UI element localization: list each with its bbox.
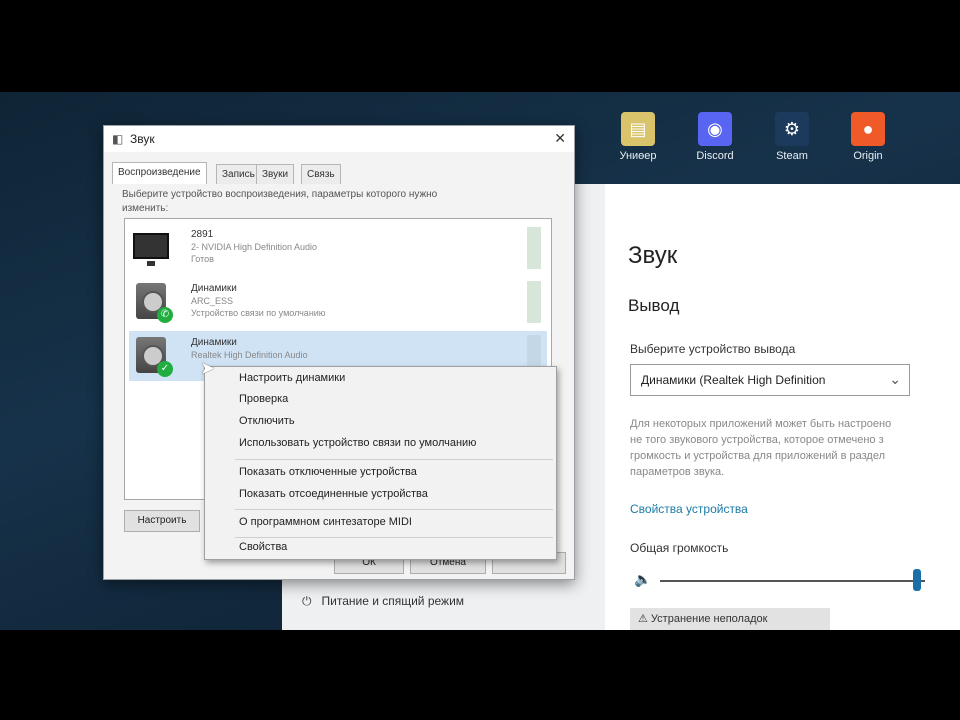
desktop-icon-label: Steam <box>776 150 808 162</box>
menu-item-midi-synth[interactable]: О программном синтезаторе MIDI <box>239 516 412 528</box>
origin-icon: ● <box>851 112 885 146</box>
output-device-value: Динамики (Realtek High Definition <box>641 373 826 387</box>
monitor-icon <box>133 229 169 266</box>
menu-item-show-disabled[interactable]: Показать отключенные устройства <box>239 466 417 478</box>
phone-check-icon: ✆ <box>157 307 173 323</box>
menu-item-set-default-comm[interactable]: Использовать устройство связи по умолчан… <box>239 437 476 449</box>
troubleshoot-label: Устранение неполадок <box>650 613 768 625</box>
level-meter <box>527 227 541 269</box>
volume-slider-track[interactable] <box>660 580 925 582</box>
desktop-icon-label: Discord <box>696 150 734 162</box>
discord-icon: ◉ <box>698 112 732 146</box>
settings-page-title: Звук <box>628 242 678 269</box>
device-row-speakers-comm[interactable]: ✆ Динамики ARC_ESS Устройство связи по у… <box>129 277 547 327</box>
menu-separator <box>235 537 553 538</box>
device-status: Готов <box>191 254 214 264</box>
close-icon[interactable]: ✕ <box>554 130 566 147</box>
dialog-titlebar[interactable]: ◧ Звук ✕ <box>104 126 574 152</box>
folder-icon: ▤ <box>621 112 655 146</box>
menu-item-properties[interactable]: Свойства <box>239 541 287 553</box>
volume-slider-thumb[interactable] <box>913 569 922 591</box>
output-device-select[interactable]: Динамики (Realtek High Definition ⌄ <box>630 364 910 396</box>
menu-separator <box>235 459 553 460</box>
dialog-instructions: Выберите устройство воспроизведения, пар… <box>122 189 438 214</box>
tab-communications[interactable]: Связь <box>301 164 341 184</box>
steam-icon: ⚙ <box>775 112 809 146</box>
device-name: 2891 <box>191 229 214 240</box>
settings-section-heading: Вывод <box>628 296 680 315</box>
tab-recording[interactable]: Запись <box>216 164 261 184</box>
device-name: Динамики <box>191 337 237 348</box>
dialog-title: Звук <box>130 132 155 146</box>
device-properties-link[interactable]: Свойства устройства <box>630 502 748 516</box>
mouse-cursor-icon: ➤ <box>200 358 216 378</box>
desktop-icon-label: Униөер <box>619 150 657 162</box>
menu-item-disable[interactable]: Отключить <box>239 415 295 427</box>
device-name: Динамики <box>191 283 237 294</box>
desktop-icon-origin[interactable]: ● Origin <box>830 112 906 162</box>
device-status: Устройство связи по умолчанию <box>191 308 326 318</box>
menu-item-test[interactable]: Проверка <box>239 393 288 405</box>
chevron-down-icon: ⌄ <box>889 371 901 387</box>
desktop-icon-steam[interactable]: ⚙ Steam <box>754 112 830 162</box>
menu-separator <box>235 509 553 510</box>
settings-description: Для некоторых приложений может быть наст… <box>630 418 892 478</box>
device-description: ARC_ESS <box>191 296 234 306</box>
nav-item-power-sleep[interactable]: ⏻ Питание и спящий режим <box>302 594 464 609</box>
troubleshoot-button[interactable]: ⚠ Устранение неполадок <box>630 608 830 630</box>
menu-item-configure-speakers[interactable]: Настроить динамики <box>239 372 345 384</box>
power-icon: ⏻ <box>302 594 312 608</box>
speaker-icon: ◧ <box>112 132 124 146</box>
master-volume-label: Общая громкость <box>630 541 729 555</box>
warning-icon: ⚠ <box>638 613 651 625</box>
speaker-icon[interactable]: 🔈 <box>634 571 651 588</box>
desktop-icon-label: Origin <box>853 150 883 162</box>
desktop-icon-folder[interactable]: ▤ Униөер <box>600 112 676 162</box>
checkmark-icon: ✓ <box>157 361 173 377</box>
output-device-label: Выберите устройство вывода <box>630 342 796 356</box>
context-menu: Настроить динамики Проверка Отключить Ис… <box>204 366 557 560</box>
tab-sounds[interactable]: Звуки <box>256 164 295 184</box>
configure-button[interactable]: Настроить <box>124 510 200 532</box>
device-row-monitor[interactable]: 2891 2- NVIDIA High Definition Audio Гот… <box>129 223 547 273</box>
level-meter <box>527 281 541 323</box>
device-description: 2- NVIDIA High Definition Audio <box>191 242 318 252</box>
nav-item-label: Питание и спящий режим <box>321 594 465 608</box>
menu-item-show-disconnected[interactable]: Показать отсоединенные устройства <box>239 488 428 500</box>
tab-playback[interactable]: Воспроизведение <box>112 162 207 184</box>
desktop-icon-discord[interactable]: ◉ Discord <box>677 112 753 162</box>
letterbox-bottom <box>0 630 960 720</box>
letterbox-top <box>0 0 960 92</box>
